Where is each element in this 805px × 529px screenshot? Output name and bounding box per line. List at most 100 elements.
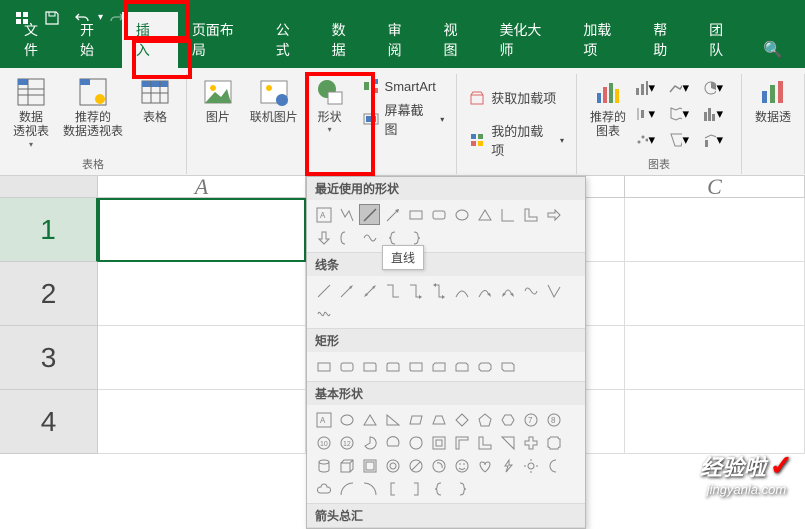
shape-b-para[interactable] [405, 409, 426, 430]
table-button[interactable]: 表格 [130, 74, 180, 151]
chart-bar[interactable]: ▾ [635, 78, 655, 98]
shape-b-pent[interactable] [474, 409, 495, 430]
picture-button[interactable]: 图片 [193, 74, 243, 142]
my-addins-button[interactable]: 我的加载项 ▾ [463, 115, 570, 165]
cell[interactable] [98, 262, 306, 326]
shape-b-dec[interactable]: 10 [313, 432, 334, 453]
shape-r9[interactable] [497, 356, 518, 377]
tab-addins[interactable]: 加载项 [569, 12, 639, 68]
shape-b-brace-l[interactable] [428, 478, 449, 499]
shape-roundrect[interactable] [428, 204, 449, 225]
search-icon[interactable]: 🔍 [751, 32, 795, 68]
shape-rect[interactable] [405, 204, 426, 225]
shape-b-heart[interactable] [474, 455, 495, 476]
shape-b-brack-l[interactable] [382, 478, 403, 499]
tab-layout[interactable]: 页面布局 [178, 12, 262, 68]
shape-b-oval[interactable] [336, 409, 357, 430]
shape-arrow-right[interactable] [543, 204, 564, 225]
cell[interactable] [98, 390, 306, 454]
cell[interactable] [98, 326, 306, 390]
shape-curvearrow[interactable] [474, 280, 495, 301]
shape-b-cross[interactable] [520, 432, 541, 453]
row-header-3[interactable]: 3 [0, 326, 98, 390]
chart-scatter[interactable]: ▾ [635, 130, 655, 150]
chart-combo[interactable]: ▾ [703, 130, 723, 150]
shape-arrowline[interactable] [336, 280, 357, 301]
shape-b-block[interactable] [428, 455, 449, 476]
online-picture-button[interactable]: 联机图片 [245, 74, 303, 142]
shape-b-smiley[interactable] [451, 455, 472, 476]
pivot-table-button[interactable]: 数据 透视表 ▾ [6, 74, 56, 151]
chart-line[interactable]: ▾ [669, 78, 689, 98]
row-header-1[interactable]: 1 [0, 198, 98, 262]
shape-doublearrow[interactable] [359, 280, 380, 301]
tab-help[interactable]: 帮助 [639, 12, 695, 68]
shape-b-lcorner[interactable] [474, 432, 495, 453]
tab-file[interactable]: 文件 [10, 12, 66, 68]
shape-r4[interactable] [382, 356, 403, 377]
tab-insert[interactable]: 插入 [122, 12, 178, 68]
shape-r1[interactable] [313, 356, 334, 377]
col-header-c[interactable]: C [625, 176, 805, 198]
tab-home[interactable]: 开始 [66, 12, 122, 68]
shape-textbox[interactable]: A [313, 204, 334, 225]
cell[interactable] [625, 262, 805, 326]
shape-b-pie[interactable] [359, 432, 380, 453]
shape-b-arc[interactable] [336, 478, 357, 499]
shape-b-noentry[interactable] [405, 455, 426, 476]
shape-b-tri[interactable] [359, 409, 380, 430]
select-all-corner[interactable] [0, 176, 98, 198]
get-addins-button[interactable]: 获取加载项 [463, 82, 570, 113]
tab-formulas[interactable]: 公式 [262, 12, 318, 68]
chart-hist[interactable]: ▾ [703, 104, 723, 124]
shapes-button[interactable]: 形状 ▾ [305, 74, 355, 142]
shape-triangle[interactable] [474, 204, 495, 225]
shape-b-diag[interactable] [497, 432, 518, 453]
shape-b-oct[interactable]: 8 [543, 409, 564, 430]
shape-r5[interactable] [405, 356, 426, 377]
shape-r7[interactable] [451, 356, 472, 377]
tab-team[interactable]: 团队 [695, 12, 751, 68]
shape-arrow-down[interactable] [313, 227, 334, 248]
shape-b-bolt[interactable] [497, 455, 518, 476]
tab-view[interactable]: 视图 [430, 12, 486, 68]
shape-curve[interactable] [451, 280, 472, 301]
shape-b-donut[interactable] [382, 455, 403, 476]
data-pivot-button[interactable]: 数据透 [748, 74, 798, 126]
shape-line[interactable] [359, 204, 380, 225]
shape-oval[interactable] [451, 204, 472, 225]
shape-b-textbox[interactable]: A [313, 409, 334, 430]
shape-curvedouble[interactable] [497, 280, 518, 301]
shape-b-dodec[interactable]: 12 [336, 432, 357, 453]
screenshot-button[interactable]: 屏幕截图 ▾ [357, 98, 451, 140]
shape-elbow[interactable] [382, 280, 403, 301]
shape-r3[interactable] [359, 356, 380, 377]
shape-b-moon[interactable] [543, 455, 564, 476]
cell[interactable] [625, 198, 805, 262]
chart-stock[interactable]: ▾ [635, 104, 655, 124]
shape-b-can[interactable] [313, 455, 334, 476]
recommended-pivot-button[interactable]: 推荐的 数据透视表 [58, 74, 128, 151]
shape-b-tear[interactable] [405, 432, 426, 453]
shape-b-brace-r[interactable] [451, 478, 472, 499]
shape-r6[interactable] [428, 356, 449, 377]
shape-arrow[interactable] [382, 204, 403, 225]
shape-b-sun[interactable] [520, 455, 541, 476]
chart-map[interactable]: ▾ [669, 104, 689, 124]
shape-b-hex[interactable] [497, 409, 518, 430]
tab-data[interactable]: 数据 [318, 12, 374, 68]
shape-freeform1[interactable] [520, 280, 541, 301]
shape-b-plaque[interactable] [543, 432, 564, 453]
shape-line2[interactable] [313, 280, 334, 301]
shape-elbowarrow[interactable] [405, 280, 426, 301]
shape-lshape[interactable] [520, 204, 541, 225]
shape-scribble[interactable] [359, 227, 380, 248]
shape-b-dia[interactable] [451, 409, 472, 430]
shape-freeform2[interactable] [543, 280, 564, 301]
shape-r8[interactable] [474, 356, 495, 377]
shape-corner[interactable] [497, 204, 518, 225]
shape-elbowdouble[interactable] [428, 280, 449, 301]
tab-beautify[interactable]: 美化大师 [485, 12, 569, 68]
shape-b-trap[interactable] [428, 409, 449, 430]
shape-b-cloud[interactable] [313, 478, 334, 499]
